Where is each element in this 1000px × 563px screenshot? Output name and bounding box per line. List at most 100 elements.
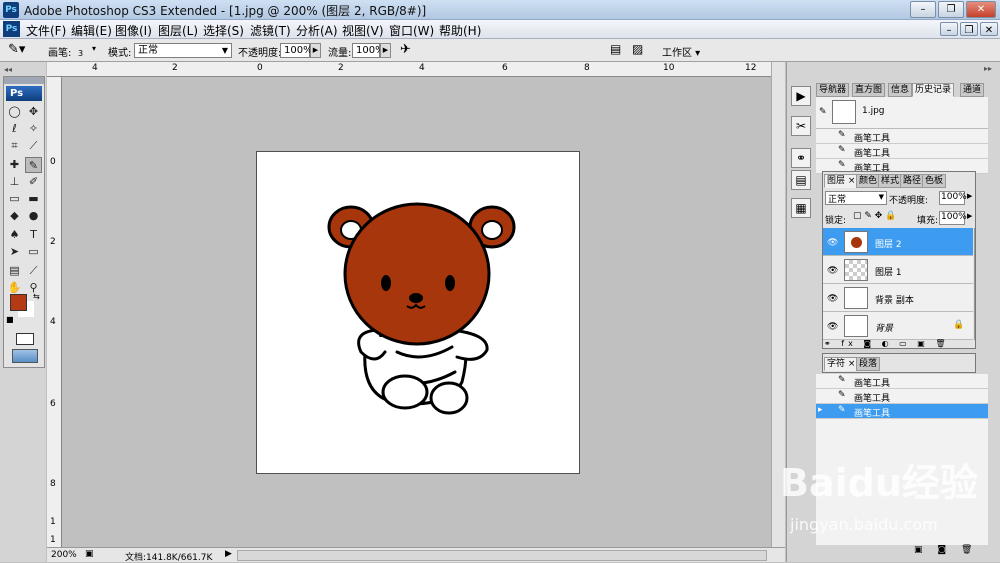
toolbox-logo[interactable]: Ps xyxy=(6,86,42,101)
document-canvas[interactable] xyxy=(256,151,580,474)
snapshot-brush-icon[interactable]: ✎ xyxy=(819,107,827,117)
opacity-slider-button[interactable]: ▶ xyxy=(310,43,321,58)
type-tool-icon[interactable]: T xyxy=(25,227,42,243)
brush-tool-icon[interactable]: ✎ xyxy=(25,157,42,173)
tool-presets-icon[interactable]: ✂ xyxy=(791,116,811,136)
toolbox-header[interactable] xyxy=(4,77,44,84)
tab-histogram[interactable]: 直方图 xyxy=(852,83,886,97)
tab-styles[interactable]: 样式 xyxy=(878,174,903,188)
menu-file[interactable]: 文件(F) xyxy=(26,22,66,39)
horizontal-scrollbar[interactable] xyxy=(237,550,767,561)
doc-restore-button[interactable]: ❐ xyxy=(960,22,978,36)
brush-size[interactable]: 3 xyxy=(78,49,83,58)
history-item[interactable]: ✎ 画笔工具 xyxy=(816,144,988,159)
swap-colors-icon[interactable]: ⇆ xyxy=(33,292,40,301)
menu-view[interactable]: 视图(V) xyxy=(342,22,384,39)
tab-color[interactable]: 颜色 xyxy=(856,174,881,188)
tab-swatches[interactable]: 色板 xyxy=(922,174,947,188)
collapse-arrows-icon[interactable]: ◂◂ xyxy=(4,65,12,74)
brush-tool-preset-icon[interactable]: ✎▾ xyxy=(8,42,25,57)
layer-row[interactable]: 👁 背景 🔒 xyxy=(823,312,973,340)
fill-field[interactable]: 100% xyxy=(939,211,967,225)
eraser-tool-icon[interactable]: ▭ xyxy=(6,191,23,207)
history-snapshot[interactable]: ✎ 1.jpg xyxy=(816,97,988,129)
magic-wand-tool-icon[interactable]: ✧ xyxy=(25,121,42,137)
palette-icon[interactable]: ▤ xyxy=(610,42,621,56)
app-icon[interactable]: Ps xyxy=(3,2,19,18)
close-button[interactable]: ✕ xyxy=(966,1,996,18)
shape-tool-icon[interactable]: ▭ xyxy=(25,244,42,260)
actions-icon[interactable]: ▶ xyxy=(791,86,811,106)
layer-row[interactable]: 👁 图层 1 xyxy=(823,256,973,284)
status-menu-arrow-icon[interactable]: ▶ xyxy=(225,549,232,559)
status-icon[interactable]: ▣ xyxy=(85,549,94,559)
menu-select[interactable]: 选择(S) xyxy=(203,22,244,39)
clone-stamp-tool-icon[interactable]: ⊥ xyxy=(6,174,23,190)
workspace-button[interactable]: 工作区 ▾ xyxy=(662,44,700,59)
layer-row[interactable]: 👁 图层 2 xyxy=(823,228,973,256)
layer-comps-icon[interactable]: ▤ xyxy=(791,170,811,190)
crop-tool-icon[interactable]: ⌗ xyxy=(6,138,23,154)
quick-mask-icon[interactable] xyxy=(16,333,34,345)
opacity-arrow-icon[interactable]: ▶ xyxy=(967,192,972,200)
notes-tool-icon[interactable]: ▤ xyxy=(6,263,23,279)
airbrush-icon[interactable]: ✈ xyxy=(400,42,411,57)
layer-row[interactable]: 👁 背景 副本 xyxy=(823,284,973,312)
history-item[interactable]: ✎ 画笔工具 xyxy=(816,129,988,144)
default-colors-icon[interactable]: ■ xyxy=(6,315,14,324)
history-brush-tool-icon[interactable]: ✐ xyxy=(25,174,42,190)
screen-mode-icon[interactable] xyxy=(12,349,38,363)
minimize-button[interactable]: – xyxy=(910,1,936,18)
eye-icon[interactable]: 👁 xyxy=(827,294,838,304)
ps-menu-icon[interactable]: Ps xyxy=(3,21,20,37)
opacity-field[interactable]: 100% xyxy=(280,43,313,58)
restore-button[interactable]: ❐ xyxy=(938,1,964,18)
move-tool-icon[interactable]: ✥ xyxy=(25,104,42,120)
tab-character[interactable]: 字符 × xyxy=(824,357,859,371)
gradient-tool-icon[interactable]: ▬ xyxy=(25,191,42,207)
brushes-icon[interactable]: ▦ xyxy=(791,198,811,218)
menu-image[interactable]: 图像(I) xyxy=(115,22,152,39)
path-selection-tool-icon[interactable]: ➤ xyxy=(6,244,23,260)
history-actions-bar[interactable]: ▣ ◙ 🗑 xyxy=(914,545,988,559)
lock-icons[interactable]: ▢ ✎ ✥ 🔒 xyxy=(853,211,896,221)
layer-opacity-field[interactable]: 100% xyxy=(939,191,967,205)
eye-icon[interactable]: 👁 xyxy=(827,322,838,332)
blend-mode-select[interactable]: 正常 ▼ xyxy=(825,191,887,205)
flow-field[interactable]: 100% xyxy=(352,43,385,58)
fill-arrow-icon[interactable]: ▶ xyxy=(967,212,972,220)
foreground-color-swatch[interactable] xyxy=(10,294,27,311)
flow-slider-button[interactable]: ▶ xyxy=(380,43,391,58)
tab-navigator[interactable]: 导航器 xyxy=(816,83,850,97)
eye-icon[interactable]: 👁 xyxy=(827,266,838,276)
tab-info[interactable]: 信息 xyxy=(888,83,913,97)
tab-paths[interactable]: 路径 xyxy=(900,174,925,188)
history-item[interactable]: ✎ 画笔工具 xyxy=(816,374,988,389)
brush-picker-icon[interactable]: ▾ xyxy=(92,44,96,53)
slice-tool-icon[interactable]: ⟋ xyxy=(25,138,42,154)
marquee-tool-icon[interactable]: ◯ xyxy=(6,104,23,120)
menu-window[interactable]: 窗口(W) xyxy=(389,22,434,39)
layer-actions-bar[interactable]: ⚭ fx ◙ ◐ ▭ ▣ 🗑 xyxy=(824,339,974,349)
tab-paragraph[interactable]: 段落 xyxy=(856,357,881,371)
eye-icon[interactable]: 👁 xyxy=(827,238,838,248)
menu-filter[interactable]: 滤镜(T) xyxy=(250,22,291,39)
healing-brush-tool-icon[interactable]: ✚ xyxy=(6,157,23,173)
history-item[interactable]: ✎ 画笔工具 xyxy=(816,389,988,404)
history-item-current[interactable]: ▸ ✎ 画笔工具 xyxy=(816,404,988,419)
menu-edit[interactable]: 编辑(E) xyxy=(71,22,112,39)
menu-layer[interactable]: 图层(L) xyxy=(158,22,198,39)
blur-tool-icon[interactable]: ◆ xyxy=(6,208,23,224)
bridge-icon[interactable]: ▨ xyxy=(632,42,643,56)
mode-select[interactable]: 正常 ▼ xyxy=(134,43,232,58)
expand-arrows-icon[interactable]: ▸▸ xyxy=(984,64,992,73)
pen-tool-icon[interactable]: ♠ xyxy=(6,227,23,243)
doc-minimize-button[interactable]: – xyxy=(940,22,958,36)
lasso-tool-icon[interactable]: ℓ xyxy=(6,121,23,137)
tab-history[interactable]: 历史记录 xyxy=(912,83,955,97)
clone-source-icon[interactable]: ⚭ xyxy=(791,148,811,168)
zoom-level[interactable]: 200% xyxy=(51,550,77,560)
menu-analysis[interactable]: 分析(A) xyxy=(296,22,338,39)
eyedropper-tool-icon[interactable]: ⟋ xyxy=(25,263,42,279)
tab-layers[interactable]: 图层 × xyxy=(824,174,859,188)
